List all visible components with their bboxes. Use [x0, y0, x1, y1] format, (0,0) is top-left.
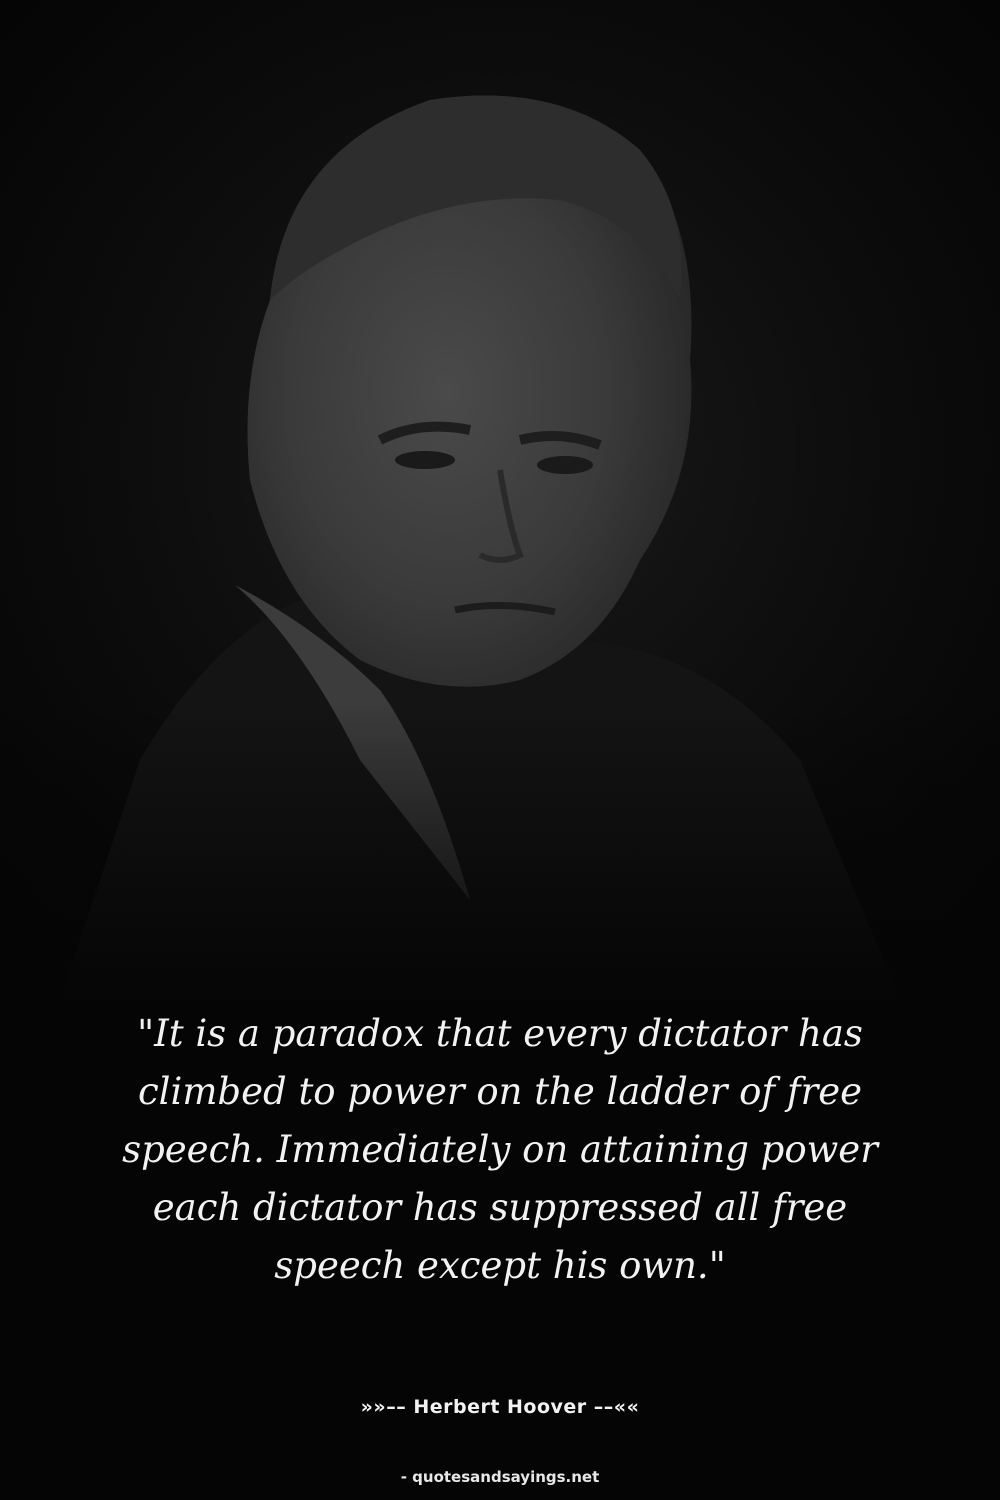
quote-card: "It is a paradox that every dictator has… — [0, 0, 1000, 1500]
author-attribution: »»–– Herbert Hoover ––«« — [360, 1396, 640, 1418]
source-watermark: - quotesandsayings.net — [400, 1468, 600, 1486]
quote-text: "It is a paradox that every dictator has… — [122, 1012, 878, 1287]
portrait-photo — [0, 0, 1000, 1000]
